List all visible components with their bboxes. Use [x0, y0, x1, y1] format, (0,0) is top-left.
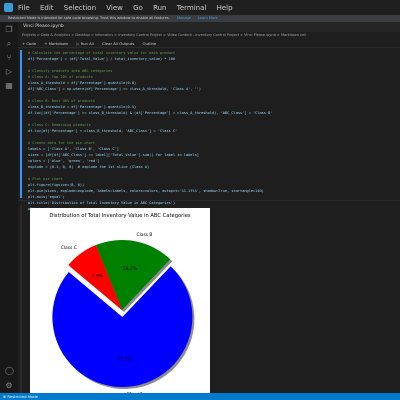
title-bar: File Edit Selection View Go Run Terminal… — [0, 0, 400, 15]
menu-bar: File Edit Selection View Go Run Terminal… — [18, 4, 241, 12]
outline-button[interactable]: Outline — [143, 41, 157, 46]
menu-view[interactable]: View — [106, 4, 123, 12]
banner-manage-link[interactable]: Manage — [177, 16, 191, 20]
restricted-mode-banner: Restricted Mode is intended for safe cod… — [0, 15, 400, 22]
run-all-button[interactable]: ▷ Run All — [77, 41, 94, 46]
pie-category-label: Class B — [136, 232, 152, 238]
pie-category-label: Class C — [61, 245, 77, 251]
add-code-cell-button[interactable]: + Code — [22, 41, 36, 46]
status-bar: ⊗ Restricted Mode — [0, 393, 400, 400]
pie-percent-label: 7.8% — [92, 274, 103, 280]
menu-run[interactable]: Run — [153, 4, 166, 12]
banner-learn-more-link[interactable]: Learn More — [198, 16, 218, 20]
run-debug-icon[interactable]: ▷ — [5, 68, 13, 76]
chart-title: Distribution of Total Inventory Value in… — [49, 213, 191, 219]
menu-edit[interactable]: Edit — [40, 4, 54, 12]
banner-text: Restricted Mode is intended for safe cod… — [8, 16, 170, 20]
cell-focus-indicator — [20, 50, 22, 198]
menu-help[interactable]: Help — [217, 4, 233, 12]
source-control-icon[interactable]: ⑂ — [5, 54, 13, 62]
menu-selection[interactable]: Selection — [64, 4, 96, 12]
explorer-icon[interactable]: ❐ — [5, 26, 13, 34]
output-indicator — [20, 205, 22, 395]
add-markdown-cell-button[interactable]: + Markdown — [44, 41, 68, 46]
clear-outputs-button[interactable]: Clear All Outputs — [102, 41, 134, 46]
activity-bar: ❐ ⌕ ⑂ ▷ ▦ ◯ ⚙ — [0, 22, 18, 400]
tab-notebook[interactable]: Vinci Please.ipynb — [18, 22, 64, 32]
settings-gear-icon[interactable]: ⚙ — [5, 382, 13, 390]
cell-divider — [18, 200, 400, 201]
search-icon[interactable]: ⌕ — [5, 40, 13, 48]
status-restricted-mode[interactable]: ⊗ Restricted Mode — [3, 394, 38, 399]
menu-file[interactable]: File — [18, 4, 30, 12]
cell-output: Distribution of Total Inventory Value in… — [30, 208, 210, 396]
vscode-logo-icon — [4, 3, 13, 12]
pie-percent-label: 74.0% — [118, 356, 132, 362]
editor-tab-bar: Vinci Please.ipynb — [18, 22, 400, 32]
notebook-toolbar: + Code + Markdown ▷ Run All Clear All Ou… — [18, 39, 400, 48]
menu-go[interactable]: Go — [133, 4, 143, 12]
account-icon[interactable]: ◯ — [5, 367, 14, 375]
pie-chart: Distribution of Total Inventory Value in… — [49, 213, 195, 396]
menu-terminal[interactable]: Terminal — [177, 4, 207, 12]
pie-percent-label: 18.2% — [123, 266, 137, 272]
extensions-icon[interactable]: ▦ — [5, 82, 13, 90]
breadcrumb[interactable]: Projects > Data & Analytics > Desktop > … — [22, 32, 400, 39]
code-cell[interactable]: # Calculate the percentage of total inve… — [28, 50, 398, 211]
